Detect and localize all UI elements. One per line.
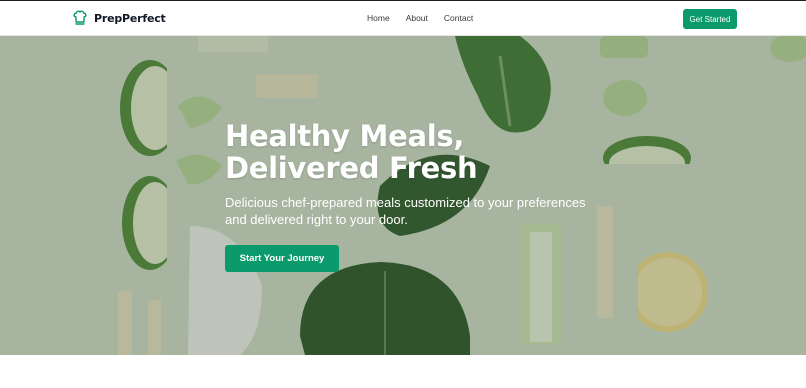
hero-title: Healthy Meals, Delivered Fresh	[225, 120, 625, 184]
chef-hat-icon	[72, 10, 88, 26]
nav-about-link[interactable]: About	[406, 13, 428, 23]
main-nav: Home About Contact	[367, 13, 473, 23]
content-below-hero	[0, 355, 806, 388]
brand-logo[interactable]: PrepPerfect	[72, 10, 166, 26]
top-navbar: PrepPerfect Home About Contact Get Start…	[0, 0, 806, 36]
hero-title-line-2: Delivered Fresh	[225, 151, 478, 185]
hero-subtitle: Delicious chef-prepared meals customized…	[225, 195, 586, 227]
get-started-button[interactable]: Get Started	[683, 9, 737, 29]
hero-content: Healthy Meals, Delivered Fresh Delicious…	[225, 120, 625, 228]
hero-title-line-1: Healthy Meals,	[225, 119, 465, 153]
start-your-journey-button[interactable]: Start Your Journey	[225, 245, 339, 272]
brand-name: PrepPerfect	[94, 11, 166, 25]
nav-contact-link[interactable]: Contact	[444, 13, 473, 23]
nav-home-link[interactable]: Home	[367, 13, 390, 23]
hero-section: Healthy Meals, Delivered Fresh Delicious…	[0, 36, 806, 355]
